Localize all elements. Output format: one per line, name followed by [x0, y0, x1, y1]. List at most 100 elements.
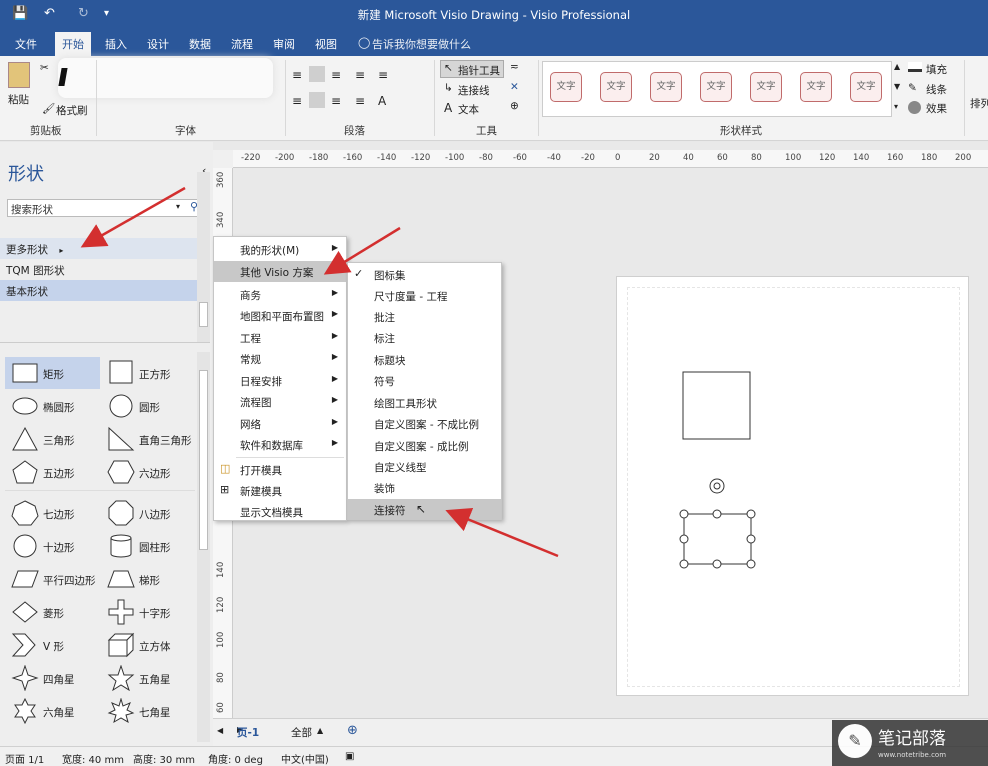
shape-pentagon[interactable]: 五边形 [5, 456, 100, 488]
align-bottom-icon[interactable]: ≡ [331, 68, 341, 82]
caret-up-icon[interactable]: ▲ [317, 726, 323, 735]
status-page[interactable]: 页面 1/1 [5, 751, 44, 766]
tab-home[interactable]: 开始 [55, 32, 91, 56]
menu-item-custom-line-patterns[interactable]: 自定义线型 [348, 456, 501, 477]
tab-view[interactable]: 视图 [315, 36, 337, 52]
shape-rectangle[interactable]: 矩形 [5, 357, 100, 389]
menu-item-callouts[interactable]: 标注 [348, 327, 501, 348]
menu-item-schedule[interactable]: 日程安排 ▶ [214, 370, 346, 391]
menu-item-icon-sets[interactable]: ✓ 图标集 [348, 264, 501, 285]
menu-item-general[interactable]: 常规 ▶ [214, 348, 346, 369]
shape-chevron[interactable]: V 形 [5, 629, 100, 661]
tab-design[interactable]: 设计 [147, 36, 169, 52]
effects-button[interactable]: 效果 [926, 101, 947, 116]
pointer-tool-icon[interactable]: ↖ [444, 62, 453, 74]
align-top-icon[interactable]: ≡ [292, 68, 302, 82]
menu-item-network[interactable]: 网络 ▶ [214, 413, 346, 434]
shape-cube[interactable]: 立方体 [101, 629, 196, 661]
stencil-scrollbar[interactable] [197, 172, 210, 342]
shape-ellipse[interactable]: 椭圆形 [5, 390, 100, 422]
menu-item-drawing-tool-shapes[interactable]: 绘图工具形状 [348, 392, 501, 413]
align-center-icon[interactable] [309, 92, 325, 108]
shape-6-point-star[interactable]: 六角星 [5, 695, 100, 727]
square-shape[interactable] [682, 371, 751, 440]
menu-item-borders[interactable]: 装饰 [348, 477, 501, 498]
menu-item-custom-patterns-scaled[interactable]: 自定义图案 - 成比例 [348, 435, 501, 456]
crop-icon[interactable]: ⊕ [510, 100, 519, 112]
shape-square[interactable]: 正方形 [101, 357, 196, 389]
style-swatch[interactable]: 文字 [700, 72, 732, 102]
menu-item-software[interactable]: 软件和数据库 ▶ [214, 434, 346, 455]
menu-item-symbols[interactable]: 符号 [348, 370, 501, 391]
format-painter-button[interactable]: 格式刷 [56, 103, 88, 118]
all-pages-button[interactable]: 全部 [291, 725, 312, 740]
menu-item-show-document-stencil[interactable]: 显示文档模具 [214, 501, 346, 522]
shape-cross[interactable]: 十字形 [101, 596, 196, 628]
text-tool-icon[interactable]: A [444, 101, 452, 115]
menu-item-maps[interactable]: 地图和平面布置图 ▶ [214, 305, 346, 326]
selected-rectangle-shape[interactable] [683, 513, 752, 565]
menu-item-other-visio-solutions[interactable]: 其他 Visio 方案 ▶ [214, 261, 346, 282]
tab-file[interactable]: 文件 [15, 36, 37, 52]
style-swatch[interactable]: 文字 [800, 72, 832, 102]
search-shapes-field[interactable]: 搜索形状 ▾ ⚲ [7, 199, 205, 217]
shape-hexagon[interactable]: 六边形 [101, 456, 196, 488]
shape-octagon[interactable]: 八边形 [101, 497, 196, 529]
search-shapes-input[interactable]: 搜索形状 [11, 202, 53, 217]
pointer-tool-button[interactable]: 指针工具 [458, 63, 500, 78]
rotate-handle-icon[interactable] [709, 478, 725, 494]
style-swatch[interactable]: 文字 [850, 72, 882, 102]
scrollbar-thumb[interactable] [199, 370, 208, 550]
menu-item-flowchart[interactable]: 流程图 ▶ [214, 391, 346, 412]
stencil-more-shapes[interactable]: 更多形状 ▸ [0, 238, 197, 259]
shape-4-point-star[interactable]: 四角星 [5, 662, 100, 694]
line-icon[interactable]: ✎ [908, 82, 917, 94]
effects-icon[interactable] [908, 101, 921, 114]
arrange-button[interactable]: 排列 [970, 96, 988, 111]
macro-record-icon[interactable]: ▣ [345, 751, 354, 762]
connector-icon[interactable]: ↳ [444, 82, 453, 94]
shape-7-point-star[interactable]: 七角星 [101, 695, 196, 727]
menu-item-business[interactable]: 商务 ▶ [214, 284, 346, 305]
stencil-basic-shapes[interactable]: 基本形状 [0, 280, 197, 301]
menu-item-annotations[interactable]: 批注 [348, 306, 501, 327]
bullets-icon[interactable]: ≡ [355, 68, 365, 82]
shape-triangle[interactable]: 三角形 [5, 423, 100, 455]
menu-item-connectors[interactable]: 连接符 ↖ [348, 499, 501, 520]
shape-circle[interactable]: 圆形 [101, 390, 196, 422]
menu-item-custom-patterns-unscaled[interactable]: 自定义图案 - 不成比例 [348, 413, 501, 434]
connector-button[interactable]: 连接线 [458, 83, 490, 98]
gallery-scroll-down-icon[interactable]: ▼ [894, 82, 900, 91]
fill-icon[interactable] [908, 62, 922, 72]
align-left-icon[interactable]: ≡ [292, 94, 302, 108]
paste-icon[interactable] [8, 62, 30, 88]
style-swatch[interactable]: 文字 [600, 72, 632, 102]
close-icon[interactable]: ✕ [510, 81, 519, 93]
status-language[interactable]: 中文(中国) [281, 751, 329, 766]
menu-item-dimensioning[interactable]: 尺寸度量 - 工程 [348, 285, 501, 306]
tab-insert[interactable]: 插入 [105, 36, 127, 52]
tell-me-icon[interactable]: ◯ [358, 36, 370, 49]
shape-parallelogram[interactable]: 平行四边形 [5, 563, 100, 595]
style-swatch[interactable]: 文字 [650, 72, 682, 102]
shape-trapezoid[interactable]: 梯形 [101, 563, 196, 595]
menu-item-title-blocks[interactable]: 标题块 [348, 349, 501, 370]
indent-icon[interactable]: ≡ [378, 68, 388, 82]
shape-right-triangle[interactable]: 直角三角形 [101, 423, 196, 455]
menu-item-engineering[interactable]: 工程 ▶ [214, 327, 346, 348]
tell-me-input[interactable]: 告诉我你想要做什么 [372, 36, 471, 52]
menu-item-my-shapes[interactable]: 我的形状(M) ▶ [214, 239, 346, 260]
align-right-icon[interactable]: ≡ [331, 94, 341, 108]
justify-icon[interactable]: ≡ [355, 94, 365, 108]
shape-cylinder[interactable]: 圆柱形 [101, 530, 196, 562]
style-swatch[interactable]: 文字 [750, 72, 782, 102]
align-middle-icon[interactable] [309, 66, 325, 82]
shapes-scrollbar[interactable] [197, 352, 210, 742]
gallery-scroll-up-icon[interactable]: ▲ [894, 62, 900, 71]
tab-review[interactable]: 审阅 [273, 36, 295, 52]
cut-icon[interactable]: ✂ [40, 62, 49, 74]
line-button[interactable]: 线条 [926, 82, 947, 97]
text-tool-button[interactable]: 文本 [458, 102, 479, 117]
add-page-icon[interactable]: ⊕ [347, 723, 358, 738]
format-painter-icon[interactable]: 🖌 [42, 102, 55, 115]
